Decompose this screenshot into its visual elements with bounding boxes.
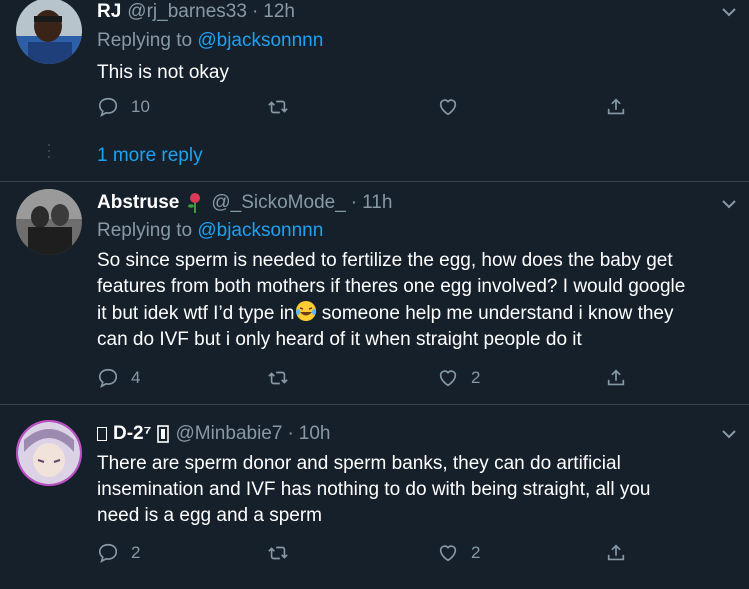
timestamp[interactable]: 11h bbox=[362, 191, 392, 215]
reply-icon bbox=[98, 543, 118, 563]
user-handle[interactable]: @Minbabie7 bbox=[175, 422, 282, 446]
display-name[interactable]: Abstruse bbox=[97, 191, 179, 215]
chevron-down-icon[interactable] bbox=[719, 2, 739, 22]
tweet-actions: 10 bbox=[97, 96, 637, 122]
tweet-header: D-2⁷ @Minbabie7 · 10h bbox=[97, 422, 735, 446]
timestamp[interactable]: 12h bbox=[263, 0, 295, 24]
reply-count: 4 bbox=[131, 368, 141, 387]
tweet-header: RJ @rj_barnes33 · 12h bbox=[97, 0, 735, 24]
like-button[interactable]: 2 bbox=[437, 542, 480, 564]
text-line: There are sperm donor and sperm banks, t… bbox=[97, 453, 621, 474]
thread-connector bbox=[48, 144, 50, 162]
chevron-down-icon[interactable] bbox=[719, 194, 739, 214]
share-button[interactable] bbox=[605, 542, 627, 564]
share-button[interactable] bbox=[605, 96, 627, 118]
replying-to: Replying to @bjacksonnnn bbox=[97, 28, 735, 54]
avatar-rj[interactable] bbox=[16, 0, 82, 64]
avatar-abstruse[interactable] bbox=[16, 189, 82, 255]
replying-to-link[interactable]: @bjacksonnnn bbox=[197, 30, 323, 51]
separator-dot: · bbox=[350, 192, 358, 213]
reply-count: 10 bbox=[131, 97, 150, 116]
text-segment: it but idek wtf I’d type in bbox=[97, 303, 295, 324]
text-line: need is a egg and a sperm bbox=[97, 505, 322, 526]
retweet-icon bbox=[268, 100, 288, 114]
rose-emoji bbox=[188, 193, 201, 213]
display-name[interactable]: D-2⁷ bbox=[113, 422, 151, 446]
heart-icon bbox=[439, 370, 457, 387]
reply-button[interactable]: 2 bbox=[97, 542, 140, 564]
text-line: can do IVF but i only heard of it when s… bbox=[97, 329, 582, 350]
more-replies-link[interactable]: 1 more reply bbox=[97, 145, 203, 167]
reply-button[interactable]: 4 bbox=[97, 367, 140, 389]
tweet-text: This is not okay bbox=[97, 62, 229, 83]
like-button[interactable] bbox=[437, 96, 471, 118]
reply-icon bbox=[98, 97, 118, 117]
tweet-text: So since sperm is needed to fertilize th… bbox=[97, 248, 735, 353]
reply-icon bbox=[98, 368, 118, 388]
replying-prefix: Replying to bbox=[97, 220, 193, 241]
tweet-minbabie[interactable]: D-2⁷ @Minbabie7 · 10h There are sperm do… bbox=[0, 405, 749, 589]
heart-icon bbox=[439, 545, 457, 562]
laughing-tears-emoji bbox=[295, 301, 316, 321]
replying-prefix: Replying to bbox=[97, 30, 193, 51]
tweet-abstruse[interactable]: Abstruse @_SickoMode_ · 11h Replying to … bbox=[0, 182, 749, 404]
unsupported-glyph-icon bbox=[97, 427, 107, 441]
tweet-rj[interactable]: RJ @rj_barnes33 · 12h Replying to @bjack… bbox=[0, 0, 749, 181]
retweet-button[interactable] bbox=[267, 542, 301, 564]
share-icon bbox=[607, 544, 625, 561]
replying-to-link[interactable]: @bjacksonnnn bbox=[197, 220, 323, 241]
replying-to: Replying to @bjacksonnnn bbox=[97, 218, 735, 244]
text-line: So since sperm is needed to fertilize th… bbox=[97, 250, 673, 271]
retweet-icon bbox=[268, 546, 288, 560]
separator-dot: · bbox=[287, 423, 294, 444]
text-line: it but idek wtf I’d type in someone help… bbox=[97, 300, 735, 327]
retweet-icon bbox=[268, 371, 288, 385]
user-handle[interactable]: @rj_barnes33 bbox=[127, 0, 247, 24]
text-line: features from both mothers if theres one… bbox=[97, 276, 686, 297]
user-handle[interactable]: @_SickoMode_ bbox=[211, 191, 345, 215]
display-name[interactable]: RJ bbox=[97, 0, 121, 24]
like-count: 2 bbox=[471, 368, 481, 387]
heart-icon bbox=[439, 99, 457, 116]
retweet-button[interactable] bbox=[267, 96, 301, 118]
share-icon bbox=[607, 98, 625, 115]
share-button[interactable] bbox=[605, 367, 627, 389]
reply-count: 2 bbox=[131, 543, 141, 562]
reply-button[interactable]: 10 bbox=[97, 96, 150, 118]
tweet-text: There are sperm donor and sperm banks, t… bbox=[97, 451, 735, 529]
bracket-glyph-icon bbox=[157, 425, 170, 443]
separator-dot: · bbox=[251, 1, 259, 22]
like-count: 2 bbox=[471, 543, 481, 562]
timestamp[interactable]: 10h bbox=[299, 422, 331, 446]
tweet-actions: 2 2 bbox=[97, 542, 637, 568]
avatar-minbabie[interactable] bbox=[16, 420, 82, 486]
chevron-down-icon[interactable] bbox=[719, 424, 739, 444]
tweet-actions: 4 2 bbox=[97, 367, 637, 393]
tweet-header: Abstruse @_SickoMode_ · 11h bbox=[97, 191, 735, 215]
text-segment: someone help me understand i know they bbox=[316, 303, 674, 324]
retweet-button[interactable] bbox=[267, 367, 301, 389]
share-icon bbox=[607, 369, 625, 386]
text-line: insemination and IVF has nothing to do w… bbox=[97, 479, 651, 500]
like-button[interactable]: 2 bbox=[437, 367, 480, 389]
